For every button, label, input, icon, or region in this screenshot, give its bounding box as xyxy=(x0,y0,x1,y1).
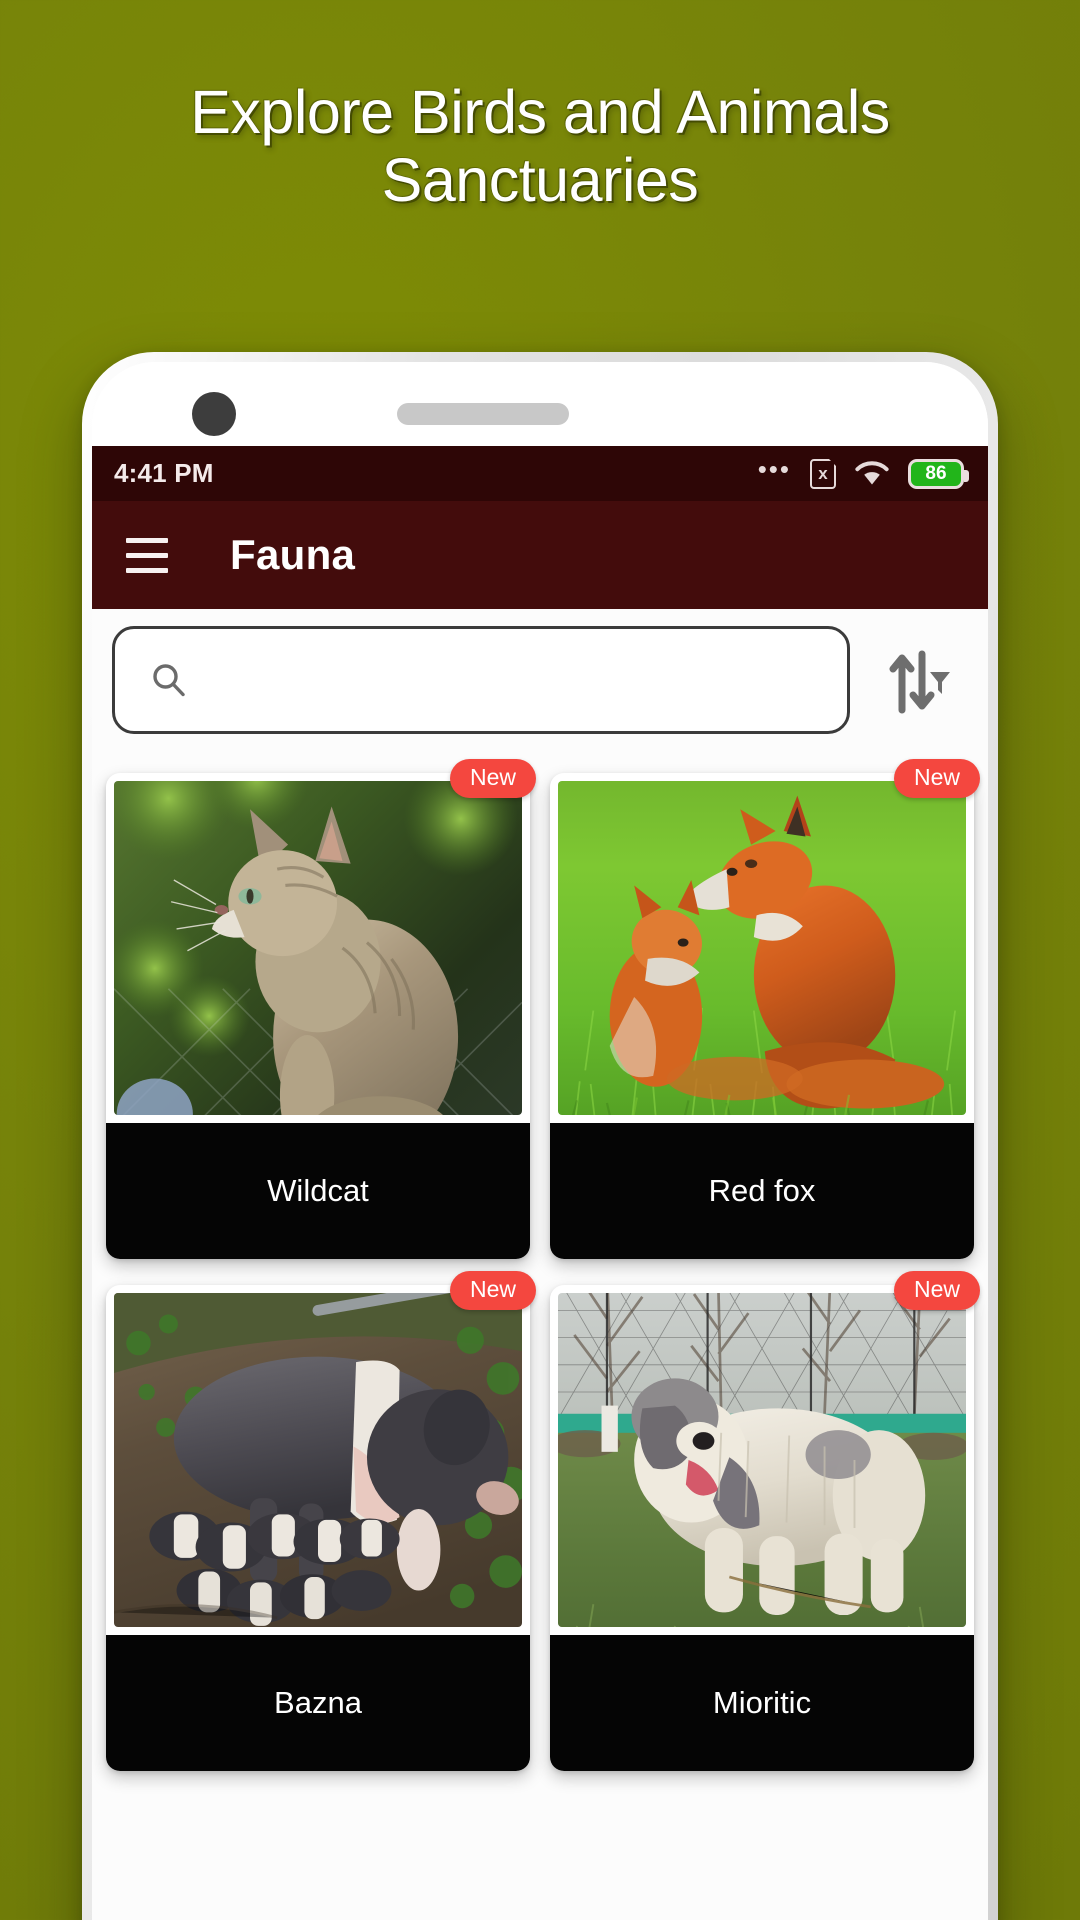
phone-screen: 4:41 PM ••• x 86 Fauna New Wildcat New R… xyxy=(92,362,988,1920)
app-bar-title: Fauna xyxy=(230,531,356,578)
wifi-icon xyxy=(855,460,889,487)
search-row xyxy=(92,609,988,751)
status-time: 4:41 PM xyxy=(114,458,214,488)
red-fox-photo xyxy=(558,781,966,1115)
hamburger-menu-icon[interactable] xyxy=(126,537,168,573)
search-box[interactable] xyxy=(112,626,850,734)
status-badge: New xyxy=(449,759,536,798)
more-horizontal-icon: ••• xyxy=(757,453,791,484)
fauna-card-label: Bazna xyxy=(106,1635,530,1771)
fauna-card-label: Red fox xyxy=(550,1123,974,1259)
mioritic-dog-photo xyxy=(558,1293,966,1627)
status-bar: 4:41 PM ••• x 86 xyxy=(92,446,988,501)
search-icon xyxy=(149,660,189,700)
fauna-card-label: Wildcat xyxy=(106,1123,530,1259)
fauna-card-bazna[interactable]: New Bazna xyxy=(106,1271,536,1771)
phone-top-bezel xyxy=(92,362,988,446)
earpiece-speaker xyxy=(397,403,569,425)
fauna-card-mioritic[interactable]: New Mioritic xyxy=(550,1271,980,1771)
app-bar: Fauna xyxy=(92,501,988,609)
front-camera-icon xyxy=(192,392,236,436)
sim-card-off-icon: x xyxy=(810,458,837,489)
wildcat-photo xyxy=(114,781,522,1115)
bazna-pig-photo xyxy=(114,1293,522,1627)
sort-filter-icon[interactable] xyxy=(870,626,966,734)
fauna-card-label: Mioritic xyxy=(550,1635,974,1771)
fauna-card-wildcat[interactable]: New Wildcat xyxy=(106,759,536,1259)
battery-icon: 86 xyxy=(908,458,969,489)
fauna-grid-container: New Wildcat New Red fox New Bazna New Mi… xyxy=(92,751,988,1920)
status-badge: New xyxy=(893,1271,980,1310)
search-input[interactable] xyxy=(189,629,847,731)
status-icon-group: ••• x 86 xyxy=(757,453,969,489)
status-badge: New xyxy=(449,1271,536,1310)
fauna-card-red-fox[interactable]: New Red fox xyxy=(550,759,980,1259)
fauna-grid: New Wildcat New Red fox New Bazna New Mi… xyxy=(106,759,980,1771)
page-title: Explore Birds and Animals Sanctuaries xyxy=(190,78,890,215)
phone-mockup-frame: 4:41 PM ••• x 86 Fauna New Wildcat New R… xyxy=(82,352,998,1920)
status-badge: New xyxy=(893,759,980,798)
